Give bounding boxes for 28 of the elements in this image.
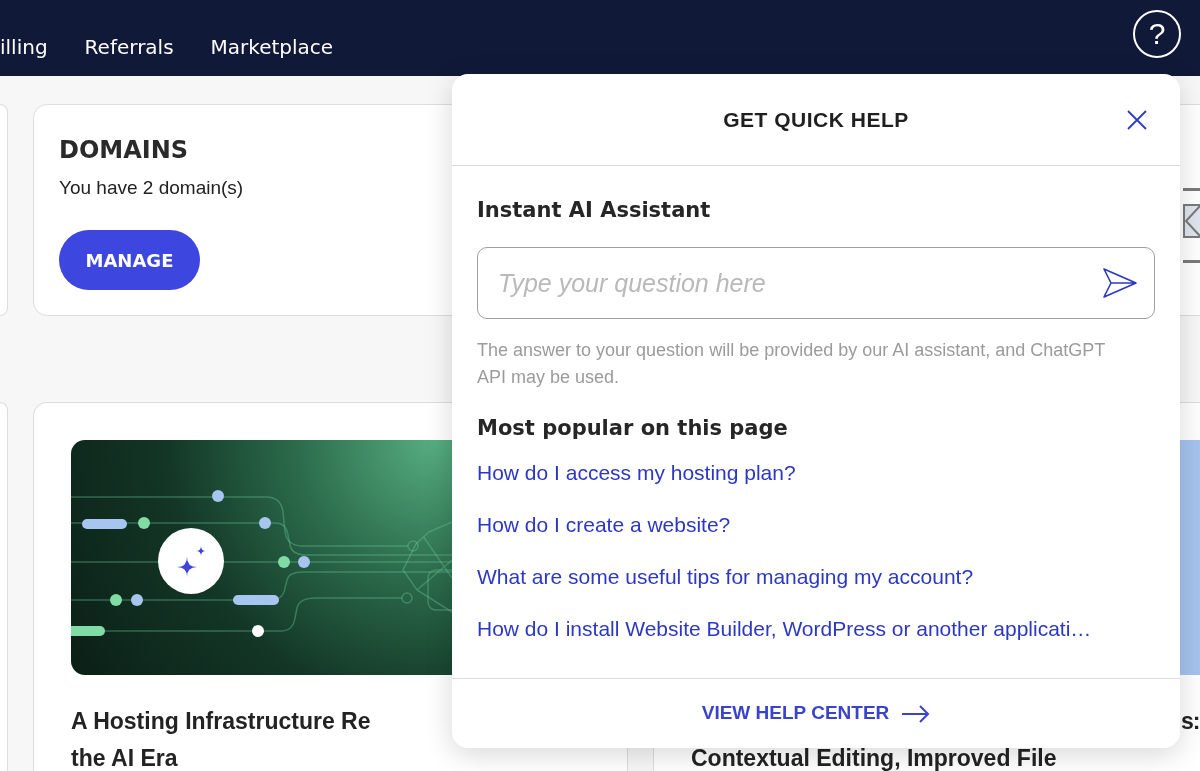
- nav-link[interactable]: illing: [0, 34, 48, 60]
- send-icon: [1102, 267, 1138, 299]
- nav-link[interactable]: Marketplace: [210, 34, 334, 60]
- section-heading: Instant AI Assistant: [477, 197, 711, 223]
- help-article-link[interactable]: What are some useful tips for managing my account?: [477, 565, 974, 589]
- article-title: s:: [1181, 710, 1200, 733]
- help-center-link[interactable]: VIEW HELP CENTER: [701, 699, 931, 728]
- help-article-link[interactable]: How do I create a website?: [477, 513, 731, 537]
- sparkle-icon: [158, 528, 224, 594]
- panel-title: GET QUICK HELP: [723, 106, 909, 133]
- send-button[interactable]: [1102, 267, 1138, 299]
- close-icon: [1127, 109, 1147, 130]
- disclaimer-text: The answer to your question will be provided by our AI assistant, and ChatGPT API may be used.: [477, 339, 1106, 389]
- article-title: Contextual Editing, Improved File: [691, 747, 1057, 770]
- article-title: A Hosting Infrastructure Re: [71, 710, 371, 733]
- domain-count-text: You have 2 domain(s): [59, 176, 244, 200]
- help-button[interactable]: ?: [1133, 10, 1181, 58]
- nav-link[interactable]: Referrals: [84, 34, 174, 60]
- envelope-icon: [1183, 188, 1200, 263]
- manage-button[interactable]: MANAGE: [59, 230, 200, 290]
- question-field[interactable]: Type your question here: [477, 247, 1155, 319]
- help-article-link[interactable]: How do I install Website Builder, WordPress or another applicati…: [477, 617, 1092, 641]
- card-title: DOMAINS: [59, 135, 189, 165]
- help-article-link[interactable]: How do I access my hosting plan?: [477, 461, 796, 485]
- article-title: the AI Era: [71, 747, 178, 770]
- arrow-right-icon: [901, 704, 931, 723]
- close-button[interactable]: [1127, 109, 1147, 130]
- section-heading: Most popular on this page: [477, 415, 788, 441]
